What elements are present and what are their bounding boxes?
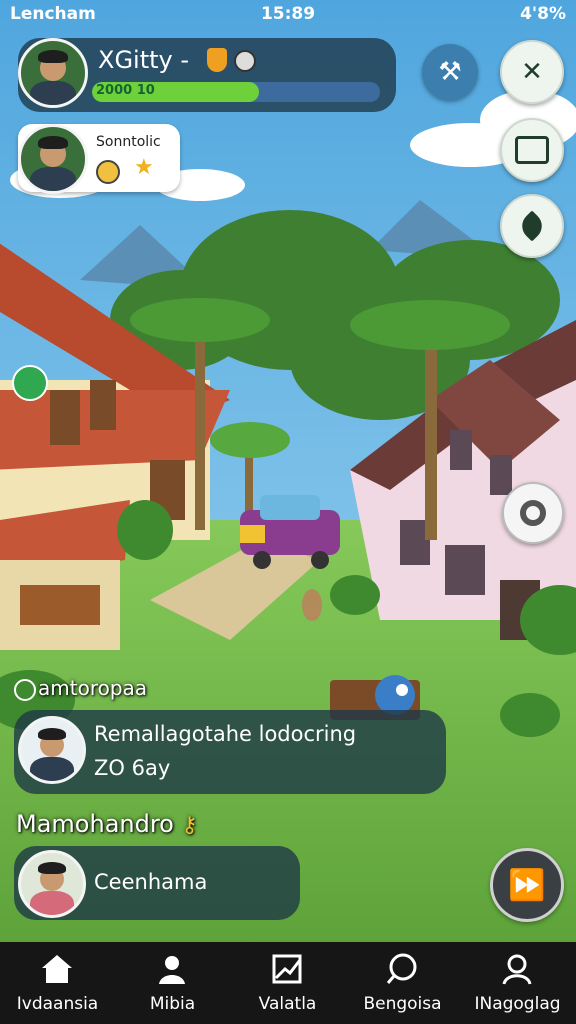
activity-avatar[interactable] [18,716,86,784]
nav-label: Bengoisa [363,994,442,1014]
nav-label: Valatla [258,994,317,1014]
key-icon: ⚷ [181,813,198,838]
activity-line2: ZO 6ay [94,756,171,780]
fast-forward-button[interactable]: ⏩ [490,848,564,922]
close-tools-button[interactable]: ✕ [500,40,564,104]
bottom-nav: Ivdaansia Mibia Valatla Bengoisa INagogl… [0,942,576,1024]
clock: 15:89 [260,4,316,24]
location-label: amtoropaa [14,676,147,701]
gear-icon [520,500,546,526]
xp-bar: 2000 10 [92,82,380,102]
nav-item-people[interactable]: Mibia [115,942,230,1024]
shield-badge-icon [207,48,227,72]
chat-avatar[interactable] [18,850,86,918]
fast-forward-icon: ⏩ [508,867,546,903]
person-icon [159,956,185,984]
settings-button[interactable] [502,482,564,544]
nav-label: INagoglag [474,994,561,1014]
section-label: Mamohandro ⚷ [16,810,198,838]
battery-label: 4'8% [520,4,566,24]
player-name: XGitty - [98,46,190,74]
friend-avatar[interactable] [18,124,88,194]
nav-label: Ivdaansia [16,994,99,1014]
chat-icon [386,953,417,984]
xp-label: 2000 10 [96,83,155,98]
chart-icon [272,954,302,984]
leaf-icon [516,210,548,242]
map-icon [515,136,549,164]
wrench-button[interactable]: ⚒ [422,44,478,100]
activity-line1: Remallagotahe lodocring [94,722,357,746]
profile-icon [502,954,532,985]
player-avatar[interactable] [18,38,88,108]
status-bar: Lencham 15:89 4'8% [0,0,576,30]
home-icon [42,955,72,983]
gear-badge-icon [96,160,120,184]
location-pin-icon [14,678,36,701]
friend-name: Sonntolic [96,134,161,150]
chat-text: Ceenhama [94,870,208,894]
nav-item-profile[interactable]: INagoglag [460,942,575,1024]
wrench-icon: ⚒ [438,57,462,87]
map-button[interactable] [500,118,564,182]
nav-item-chat[interactable]: Bengoisa [345,942,460,1024]
coin-icon [234,50,256,72]
leaf-button[interactable] [500,194,564,258]
cross-tools-icon: ✕ [521,57,543,87]
star-icon: ★ [134,155,154,180]
nav-item-home[interactable]: Ivdaansia [0,942,115,1024]
nav-label: Mibia [149,994,196,1014]
nav-item-stats[interactable]: Valatla [230,942,345,1024]
